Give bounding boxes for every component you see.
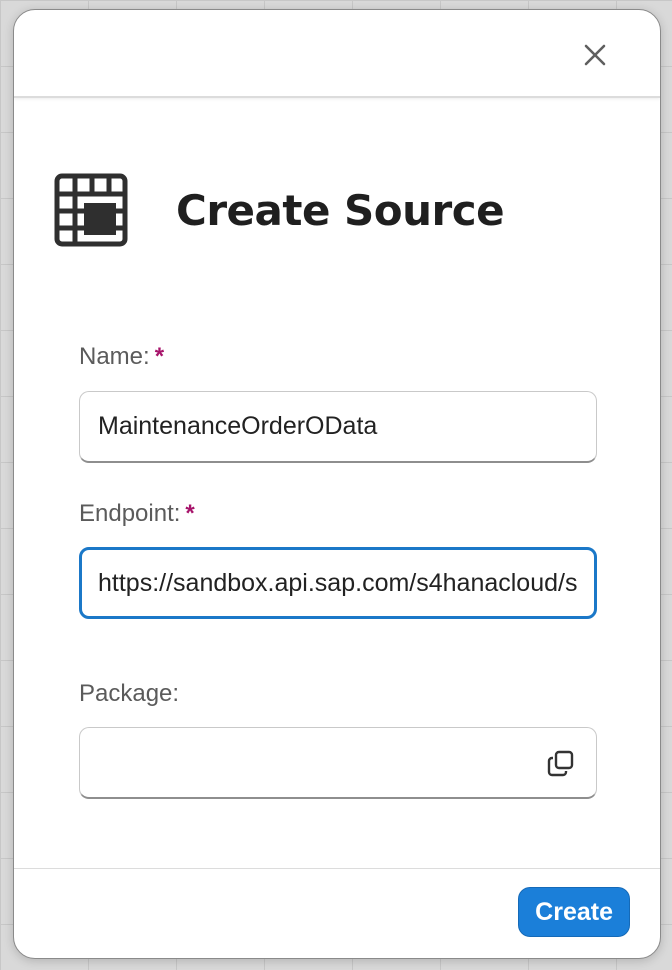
close-button[interactable]: [578, 38, 612, 72]
package-label: Package:: [79, 680, 179, 708]
package-value-help-button[interactable]: [544, 746, 578, 780]
create-button[interactable]: Create: [518, 887, 630, 937]
name-required-indicator: *: [154, 343, 165, 370]
create-source-dialog: Create Source Name:* Endpoint:* Package:…: [13, 9, 661, 959]
package-field[interactable]: [79, 727, 597, 799]
package-label-text: Package:: [79, 680, 180, 707]
close-icon: [584, 44, 606, 66]
endpoint-label: Endpoint: *: [79, 500, 195, 528]
endpoint-input[interactable]: [98, 568, 578, 598]
endpoint-required-indicator: *: [185, 500, 195, 527]
dialog-title: Create Source: [176, 185, 505, 235]
table-source-icon: [54, 173, 128, 247]
title-row: Create Source: [54, 173, 505, 247]
dialog-header: [14, 10, 660, 98]
package-input[interactable]: [98, 748, 544, 777]
name-input[interactable]: [98, 412, 578, 441]
name-field[interactable]: [79, 391, 597, 463]
endpoint-field[interactable]: [79, 547, 597, 619]
name-label: Name: *: [79, 343, 164, 371]
name-label-text: Name:: [79, 343, 150, 370]
dialog-footer: Create: [14, 868, 660, 958]
endpoint-label-text: Endpoint:: [79, 500, 181, 527]
value-help-icon: [547, 750, 574, 776]
